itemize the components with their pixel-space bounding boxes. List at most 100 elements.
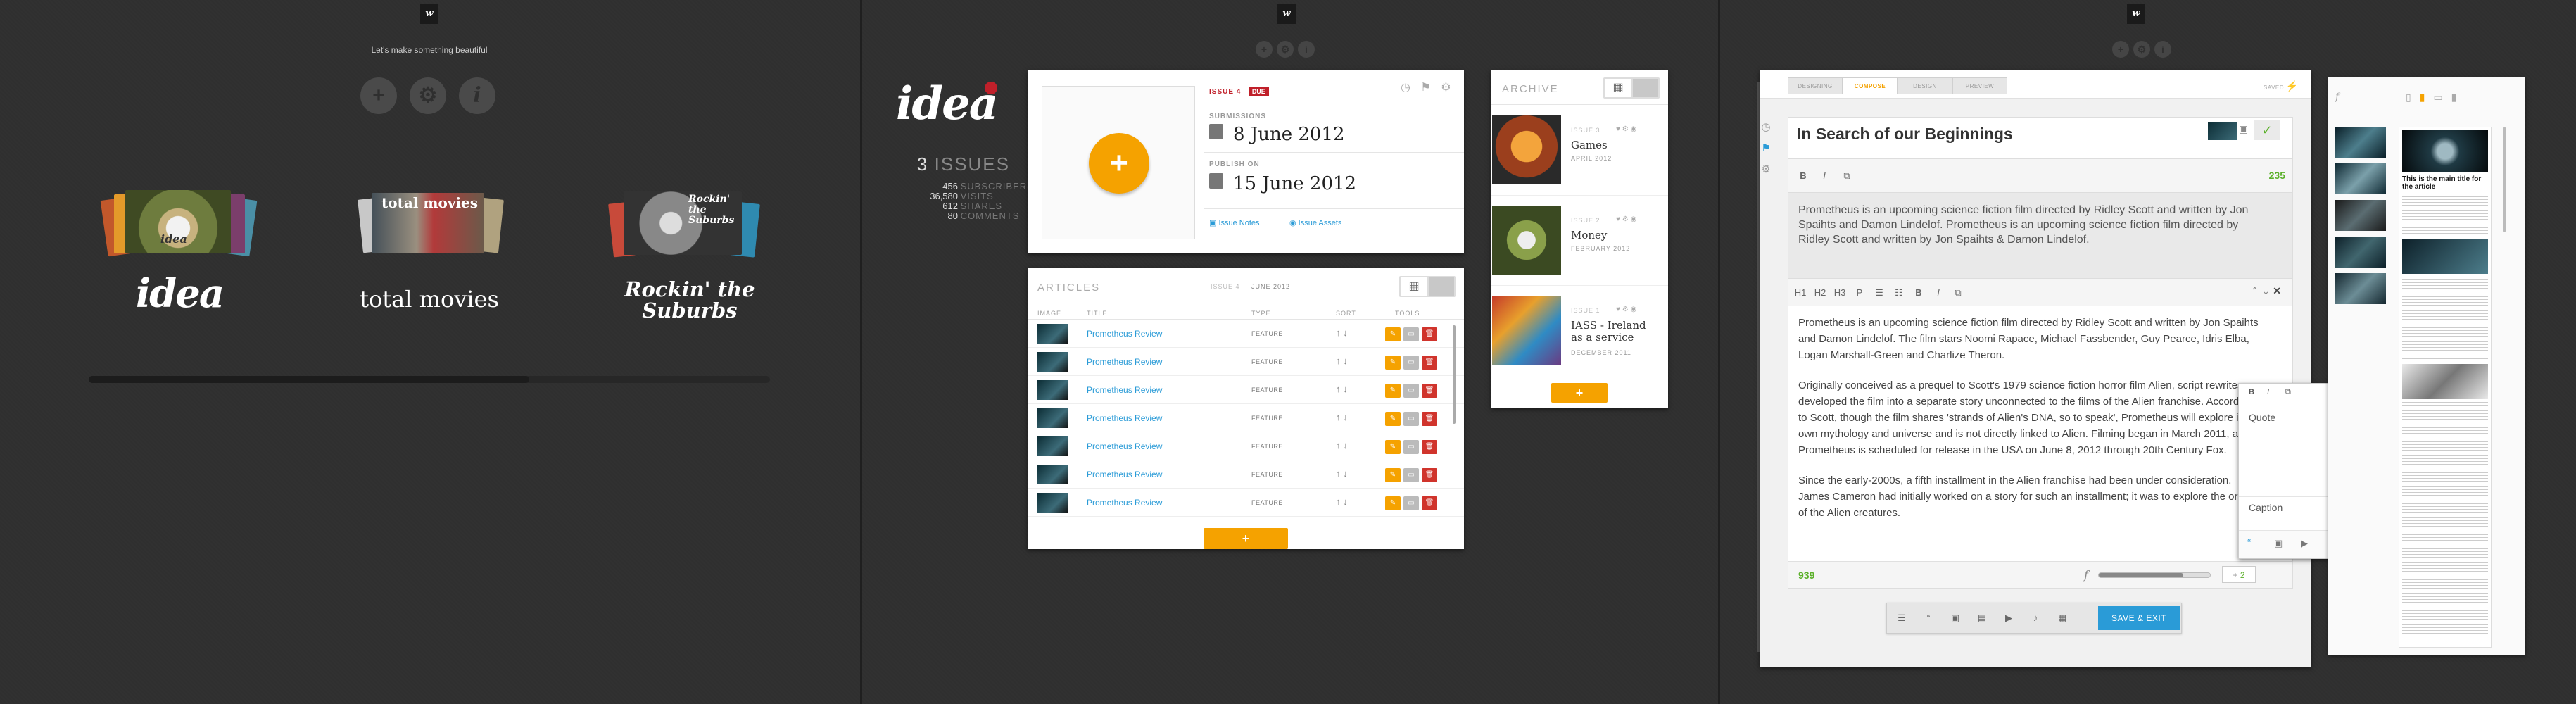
preview-button[interactable]: ▭ <box>1403 412 1419 426</box>
body-paragraph[interactable]: Since the early-2000s, a fifth installme… <box>1798 472 2263 521</box>
edit-button[interactable]: ✎ <box>1385 496 1401 510</box>
italic-button[interactable]: I <box>2267 388 2269 396</box>
add-button[interactable]: + <box>1256 41 1273 58</box>
gear-icon[interactable]: ⚙ <box>1758 159 1774 180</box>
italic-button[interactable]: I <box>1929 284 1947 302</box>
tab-design[interactable]: DESIGN <box>1898 77 1952 94</box>
embed-icon[interactable]: ▦ <box>2053 609 2071 627</box>
h2-button[interactable]: H2 <box>1811 284 1829 302</box>
delete-button[interactable]: 🗑 <box>1422 412 1437 426</box>
delete-button[interactable]: 🗑 <box>1422 356 1437 370</box>
settings-button[interactable]: ⚙ <box>410 77 446 114</box>
preview-button[interactable]: ▭ <box>1403 440 1419 454</box>
delete-button[interactable]: 🗑 <box>1422 496 1437 510</box>
clock-icon[interactable]: ◷ <box>1758 117 1774 138</box>
edit-button[interactable]: ✎ <box>1385 412 1401 426</box>
link-button[interactable]: ⧉ <box>1949 284 1967 302</box>
view-toggle[interactable]: ▦ <box>1399 276 1456 297</box>
video-icon[interactable]: ▶ <box>2301 538 2308 549</box>
list-icon[interactable] <box>1633 79 1658 97</box>
table-row[interactable]: Prometheus Review FEATURE ↑ ↓ ✎ ▭ 🗑 <box>1028 489 1464 517</box>
tab-compose[interactable]: COMPOSE <box>1843 77 1898 94</box>
submissions-date[interactable]: 8 June 2012 <box>1233 124 1345 145</box>
italic-button[interactable]: I <box>1815 167 1833 185</box>
clock-icon[interactable]: ◷ <box>1401 82 1410 94</box>
article-title[interactable]: Prometheus Review <box>1087 357 1162 367</box>
tab-preview[interactable]: PREVIEW <box>1952 77 2007 94</box>
table-row[interactable]: Prometheus Review FEATURE ↑ ↓ ✎ ▭ 🗑 <box>1028 460 1464 489</box>
link-button[interactable]: ⧉ <box>2285 388 2291 397</box>
add-archive-button[interactable]: + <box>1551 383 1608 403</box>
scrollbar-track[interactable] <box>89 376 770 383</box>
add-article-button[interactable]: + <box>1204 528 1288 549</box>
paragraph-button[interactable]: P <box>1850 284 1869 302</box>
numbered-list-button[interactable]: ☷ <box>1890 284 1908 302</box>
preview-button[interactable]: ▭ <box>1403 356 1419 370</box>
tab-designing[interactable]: DESIGNING <box>1788 77 1843 94</box>
issue-notes-link[interactable]: ▣ Issue Notes <box>1209 218 1260 227</box>
edit-button[interactable]: ✎ <box>1385 356 1401 370</box>
archive-actions[interactable]: ♥ ⚙ ◉ <box>1616 306 1636 313</box>
image-icon[interactable]: ▣ <box>1946 609 1964 627</box>
sort-arrows-icon[interactable]: ↑ ↓ <box>1336 412 1348 422</box>
bullet-list-button[interactable]: ☰ <box>1870 284 1888 302</box>
app-logo[interactable]: w <box>1277 4 1296 24</box>
delete-button[interactable]: 🗑 <box>1422 468 1437 482</box>
preview-button[interactable]: ▭ <box>1403 468 1419 482</box>
settings-button[interactable]: ⚙ <box>1277 41 1294 58</box>
flag-icon[interactable]: ⚑ <box>1758 138 1774 159</box>
sort-arrows-icon[interactable]: ↑ ↓ <box>1336 468 1348 479</box>
link-button[interactable]: ⧉ <box>1838 167 1856 185</box>
intro-block[interactable]: Prometheus is an upcoming science fictio… <box>1788 193 2293 279</box>
add-cover-button[interactable]: + <box>1089 133 1149 194</box>
sort-arrows-icon[interactable]: ↑ ↓ <box>1336 440 1348 451</box>
edit-button[interactable]: ✎ <box>1385 384 1401 398</box>
table-row[interactable]: Prometheus Review FEATURE ↑ ↓ ✎ ▭ 🗑 <box>1028 348 1464 376</box>
block-controls[interactable]: ⌃⌄✕ <box>2251 285 2284 297</box>
table-row[interactable]: Prometheus Review FEATURE ↑ ↓ ✎ ▭ 🗑 <box>1028 376 1464 404</box>
check-icon[interactable]: ✓ <box>2254 120 2280 140</box>
scrollbar[interactable] <box>2503 127 2506 232</box>
text-block-icon[interactable]: ☰ <box>1893 609 1911 627</box>
h1-button[interactable]: H1 <box>1791 284 1810 302</box>
article-title[interactable]: Prometheus Review <box>1087 385 1162 395</box>
archive-item[interactable]: ISSUE 3 ♥ ⚙ ◉ Games APRIL 2012 <box>1491 106 1668 196</box>
publish-date[interactable]: 15 June 2012 <box>1233 173 1356 194</box>
video-icon[interactable]: ▶ <box>2000 609 2018 627</box>
thumb[interactable] <box>2335 200 2386 231</box>
image-icon[interactable]: ▣ <box>2239 123 2248 135</box>
archive-item[interactable]: ISSUE 1 ♥ ⚙ ◉ IASS - Ireland as a servic… <box>1491 286 1668 376</box>
quote-field[interactable]: Quote <box>2249 412 2275 423</box>
thumb[interactable] <box>2335 163 2386 194</box>
archive-actions[interactable]: ♥ ⚙ ◉ <box>1616 125 1636 133</box>
thumbnail-column[interactable] <box>2335 127 2386 352</box>
info-button[interactable]: i <box>2154 41 2171 58</box>
edit-button[interactable]: ✎ <box>1385 468 1401 482</box>
calendar-icon[interactable] <box>1209 173 1223 189</box>
edit-button[interactable]: ✎ <box>1385 327 1401 341</box>
add-publication-button[interactable]: + <box>360 77 397 114</box>
sort-arrows-icon[interactable]: ↑ ↓ <box>1336 384 1348 394</box>
size-slider[interactable] <box>2098 572 2211 578</box>
bold-button[interactable]: B <box>2249 388 2254 396</box>
columns-stepper[interactable]: + 2 <box>2222 566 2256 583</box>
issue-cover-placeholder[interactable]: + <box>1042 86 1195 239</box>
flag-icon[interactable]: ⚑ <box>1420 82 1430 94</box>
thumb[interactable] <box>2335 273 2386 304</box>
preview-button[interactable]: ▭ <box>1403 327 1419 341</box>
edit-button[interactable]: ✎ <box>1385 440 1401 454</box>
view-toggle[interactable]: ▦ <box>1603 77 1660 99</box>
table-row[interactable]: Prometheus Review FEATURE ↑ ↓ ✎ ▭ 🗑 <box>1028 320 1464 348</box>
scrollbar-thumb[interactable] <box>89 376 529 383</box>
image-icon[interactable]: ▣ <box>2274 538 2283 549</box>
article-title[interactable]: In Search of our Beginnings <box>1797 125 2013 144</box>
grid-icon[interactable]: ▦ <box>1401 277 1427 296</box>
archive-actions[interactable]: ♥ ⚙ ◉ <box>1616 215 1636 223</box>
body-text[interactable]: Prometheus is an upcoming science fictio… <box>1798 315 2263 521</box>
caption-field[interactable]: Caption <box>2249 502 2283 513</box>
delete-button[interactable]: 🗑 <box>1422 440 1437 454</box>
article-title[interactable]: Prometheus Review <box>1087 441 1162 451</box>
delete-button[interactable]: 🗑 <box>1422 384 1437 398</box>
sort-arrows-icon[interactable]: ↑ ↓ <box>1336 496 1348 507</box>
font-icon[interactable]: f <box>2335 92 2339 103</box>
